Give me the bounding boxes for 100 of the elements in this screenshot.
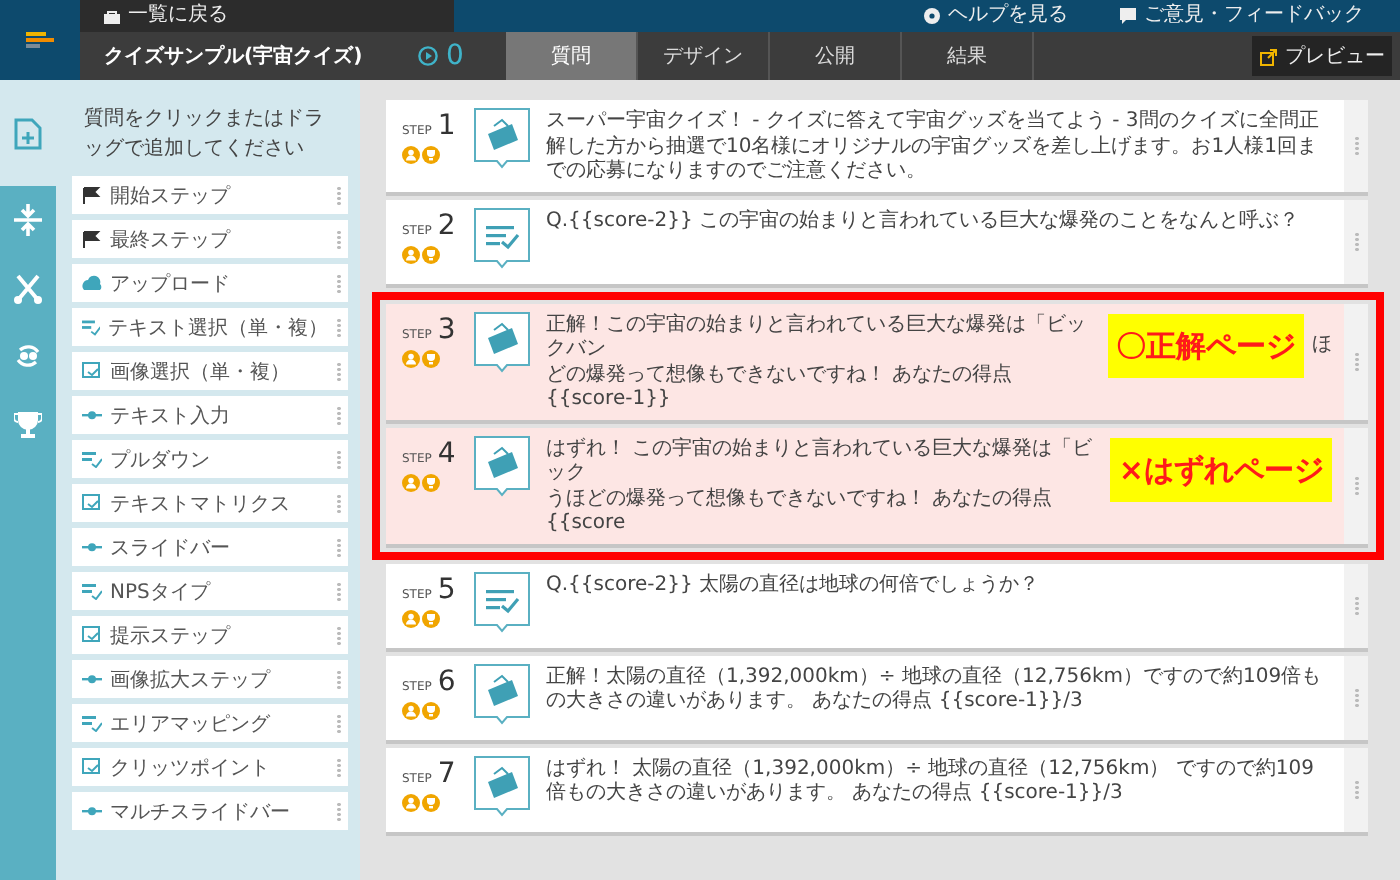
annotation-label: 〇正解ページ <box>1108 313 1304 377</box>
help-icon <box>924 8 940 24</box>
drag-handle-icon[interactable] <box>336 757 342 777</box>
step-number: 7 <box>437 759 456 787</box>
drag-handle-icon[interactable] <box>336 625 342 645</box>
step-number: 3 <box>437 315 456 343</box>
drag-handle-icon[interactable] <box>336 449 342 469</box>
step-number: 1 <box>437 112 456 140</box>
step-number: 6 <box>437 667 456 695</box>
question-type-item[interactable]: テキスト入力 <box>72 396 348 434</box>
step-text: ほ <box>1312 331 1332 357</box>
question-type-icon <box>82 582 102 600</box>
question-type-icon <box>82 758 102 776</box>
card-icon <box>474 755 530 819</box>
question-type-item[interactable]: マルチスライドバー <box>72 792 348 830</box>
drag-handle[interactable] <box>1344 199 1368 283</box>
drag-handle-icon[interactable] <box>336 229 342 249</box>
trophy-icon <box>422 473 440 491</box>
drag-handle-icon[interactable] <box>336 273 342 293</box>
checklist-icon <box>474 207 530 271</box>
step-text: どの爆発って想像もできないですね！ あなたの得点 {{score-1}} <box>546 363 1015 413</box>
external-link-icon <box>1259 47 1277 65</box>
checklist-icon <box>474 571 530 635</box>
drag-handle-icon[interactable] <box>336 801 342 821</box>
add-page-icon[interactable] <box>0 80 56 186</box>
drag-handle-icon[interactable] <box>336 669 342 689</box>
question-type-icon <box>82 714 102 732</box>
step-number: 5 <box>437 575 456 603</box>
play-icon <box>418 46 438 66</box>
step-text: 正解！太陽の直径（1,392,000km）÷ 地球の直径（12,756km）ですので約109倍もの大きさの違いがあります。 あなたの得点 {{score-1}}/3 <box>546 665 1324 715</box>
question-type-icon <box>82 670 102 688</box>
question-type-icon <box>82 274 102 292</box>
question-type-item[interactable]: クリッツポイント <box>72 748 348 786</box>
logo-icon <box>26 32 54 48</box>
quiz-title: クイズサンプル(宇宙クイズ) <box>104 42 365 70</box>
person-icon <box>402 793 420 811</box>
trophy-icon <box>422 793 440 811</box>
drag-handle[interactable] <box>1344 427 1368 543</box>
question-type-icon <box>82 406 102 424</box>
step-text: Q.{{score-2}} この宇宙の始まりと言われている巨大な爆発のことをなんと呼ぶ？ <box>546 209 1302 234</box>
drag-handle[interactable] <box>1344 100 1368 191</box>
card-icon <box>474 435 530 499</box>
drag-handle[interactable] <box>1344 563 1368 647</box>
step-text: 正解！この宇宙の始まりと言われている巨大な爆発は「ビックバン <box>546 313 1088 363</box>
drag-handle-icon[interactable] <box>336 405 342 425</box>
person-icon <box>402 609 420 627</box>
question-type-icon <box>82 450 102 468</box>
question-type-item[interactable]: スライドバー <box>72 528 348 566</box>
trophy-icon <box>422 701 440 719</box>
drag-handle-icon[interactable] <box>336 361 342 381</box>
step-number: 4 <box>437 439 456 467</box>
question-type-icon <box>82 494 102 512</box>
question-type-item[interactable]: 開始ステップ <box>72 176 348 214</box>
question-type-item[interactable]: プルダウン <box>72 440 348 478</box>
card-icon <box>474 311 530 375</box>
annotation-label: ×はずれページ <box>1110 437 1332 501</box>
step-text: スーパー宇宙クイズ！ - クイズに答えて宇宙グッズを当てよう - 3問のクイズに全問正解した方から抽選で10名様にオリジナルの宇宙グッズを差し上げます。お1人様1回までの応募になりますのでご注意ください。 <box>546 110 1321 185</box>
card-icon <box>474 108 530 172</box>
question-type-item[interactable]: 画像選択（単・複） <box>72 352 348 390</box>
step-text: Q.{{score-2}} 太陽の直径は地球の何倍でしょうか？ <box>546 573 1042 598</box>
trophy-icon <box>422 609 440 627</box>
question-type-icon <box>82 538 102 556</box>
preview-button[interactable]: プレビュー <box>1252 36 1392 76</box>
question-type-item[interactable]: アップロード <box>72 264 348 302</box>
drag-handle-icon[interactable] <box>336 317 342 337</box>
instruction-text: 質問をクリックまたはドラッグで追加してください <box>84 105 326 164</box>
question-type-item[interactable]: エリアマッピング <box>72 704 348 742</box>
drag-handle[interactable] <box>1344 747 1368 831</box>
step-text: はずれ！ この宇宙の始まりと言われている巨大な爆発は「ビック <box>546 437 1095 487</box>
drag-handle-icon[interactable] <box>336 185 342 205</box>
drag-handle-icon[interactable] <box>336 581 342 601</box>
feedback-link[interactable]: ご意見・フィードバック <box>1120 6 1364 26</box>
step-text: うほどの爆発って想像もできないですね！ あなたの得点 {{score <box>546 487 1055 537</box>
card-icon <box>474 663 530 727</box>
trophy-icon <box>422 245 440 263</box>
person-icon <box>402 349 420 367</box>
tab[interactable]: 質問 <box>506 32 638 80</box>
question-type-item[interactable]: 最終ステップ <box>72 220 348 258</box>
person-icon <box>402 701 420 719</box>
question-type-icon <box>82 230 102 248</box>
help-link[interactable]: ヘルプを見る <box>924 6 1068 26</box>
speech-bubble-icon <box>1120 8 1136 24</box>
person-icon <box>402 146 420 164</box>
drag-handle-icon[interactable] <box>336 537 342 557</box>
step-text: はずれ！ 太陽の直径（1,392,000km）÷ 地球の直径（12,756km） ですので約109倍もの大きさの違いがあります。 あなたの得点 {{score-1}}/3 <box>546 757 1316 807</box>
question-type-item[interactable]: 提示ステップ <box>72 616 348 654</box>
question-type-icon <box>82 802 102 820</box>
question-type-item[interactable]: テキストマトリクス <box>72 484 348 522</box>
drag-handle[interactable] <box>1344 655 1368 739</box>
question-type-icon <box>82 318 101 336</box>
person-icon <box>402 473 420 491</box>
trophy-icon <box>422 349 440 367</box>
drag-handle-icon[interactable] <box>336 713 342 733</box>
drag-handle-icon[interactable] <box>336 493 342 513</box>
question-type-item[interactable]: テキスト選択（単・複） <box>72 308 348 346</box>
question-type-icon <box>82 362 102 380</box>
question-type-item[interactable]: NPSタイプ <box>72 572 348 610</box>
question-type-item[interactable]: 画像拡大ステップ <box>72 660 348 698</box>
drag-handle[interactable] <box>1344 303 1368 419</box>
trophy-icon <box>422 146 440 164</box>
